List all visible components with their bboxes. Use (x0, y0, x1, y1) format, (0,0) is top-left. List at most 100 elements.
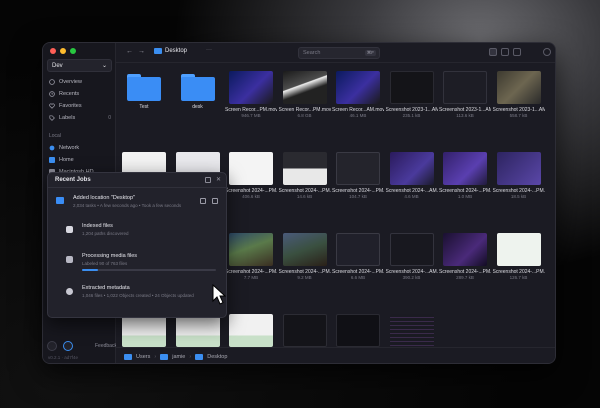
folder-icon (66, 226, 73, 233)
sidebar-item-label: Home (59, 156, 74, 163)
job-group-subtitle: 2,034 tasks • A few seconds ago • Took a… (73, 203, 182, 208)
file-thumbnail (496, 233, 541, 266)
folder-icon (127, 74, 161, 101)
file-size: 235.1 kB (402, 113, 421, 118)
file-tile[interactable]: Screenshot 2024-...PM.png104.7 kB (332, 152, 384, 199)
forward-arrow-icon[interactable]: → (138, 48, 145, 55)
file-tile[interactable]: Screenshot 2024-...PM.png289.7 kB (439, 233, 491, 280)
path-segment[interactable]: jamie (172, 354, 185, 360)
grid-view-icon[interactable] (489, 48, 497, 56)
file-tile[interactable]: Screenshot 2024-...AM.png4.6 MB (386, 152, 438, 199)
sidebar-item-favorites[interactable]: Favorites (49, 100, 82, 111)
back-arrow-icon[interactable]: ← (126, 48, 133, 55)
file-size: 946.7 MB (241, 113, 261, 118)
sidebar-item-labels[interactable]: Labels 0 (49, 112, 111, 123)
file-tile[interactable]: Screenshot 2024-...PM.png406.6 kB (225, 152, 277, 199)
folder-icon (180, 74, 215, 101)
folder-tile[interactable]: desk (172, 71, 224, 110)
job-item: Indexed files 1,204 paths discovered (62, 221, 222, 247)
file-size: 104.7 kB (349, 194, 367, 199)
file-tile[interactable]: Screenshot 2024-...PM.png14.6 kB (279, 152, 331, 199)
folder-icon (195, 353, 204, 360)
sidebar-item-home[interactable]: Home (49, 154, 74, 165)
file-tile[interactable] (279, 314, 331, 347)
stop-icon[interactable] (212, 198, 218, 204)
zoom-window-button[interactable] (70, 48, 76, 54)
list-view-icon[interactable] (501, 48, 509, 56)
file-tile[interactable] (386, 314, 438, 347)
file-tile[interactable]: Screenshot 2024-...PM.png6.6 MB (332, 233, 384, 280)
media-view-icon[interactable] (513, 48, 521, 56)
file-tile[interactable] (118, 314, 170, 347)
minimize-window-button[interactable] (60, 48, 66, 54)
globe-icon (49, 145, 55, 150)
sidebar-item-network[interactable]: Network (49, 142, 79, 153)
file-tile[interactable]: Screenshot 2024-...PM.png126.7 kB (493, 233, 545, 280)
file-thumbnail (229, 71, 273, 104)
file-size: 558.7 kB (509, 113, 528, 118)
job-subtitle: Labeled 90 of 763 files (82, 261, 128, 266)
sidebar-section-local: Local (49, 133, 61, 139)
file-thumbnail (336, 71, 380, 104)
file-thumbnail (336, 314, 380, 347)
sidebar-item-overview[interactable]: Overview (49, 76, 82, 87)
tag-icon (49, 114, 55, 121)
file-tile[interactable]: Screenshot 2023-1...AM.png558.7 kB (493, 71, 545, 118)
job-title: Indexed files (82, 223, 113, 229)
inspector-icon[interactable] (543, 48, 551, 56)
location-title: Desktop (154, 48, 187, 54)
settings-button[interactable] (47, 341, 57, 351)
explorer-toolbar: ← → Desktop ··· Search ⌘F (116, 43, 555, 63)
library-select[interactable]: Dev ⌄ (47, 59, 112, 72)
sidebar-item-label: Network (59, 144, 80, 151)
file-tile[interactable]: Screenshot 2024-...PM.png18.5 kB (493, 152, 545, 199)
pause-icon[interactable] (200, 198, 206, 204)
library-select-value: Dev (52, 62, 63, 69)
filter-icon[interactable] (531, 48, 539, 56)
jobs-button[interactable] (63, 341, 73, 351)
file-tile[interactable]: Screenshot 2024-...PM.png9.2 MB (279, 233, 331, 280)
file-size: 126.7 kB (509, 275, 528, 280)
job-title: Extracted metadata (82, 285, 130, 291)
file-thumbnail (336, 233, 380, 266)
chevron-down-icon: ⌄ (101, 63, 107, 69)
sidebar-item-label: Favorites (59, 102, 82, 109)
sidebar-item-recents[interactable]: Recents (49, 88, 79, 99)
feedback-button[interactable]: Feedback (95, 343, 117, 349)
file-tile[interactable] (172, 314, 224, 347)
file-tile[interactable]: Screen Recor...PM.mov 6.8 GB (279, 71, 331, 118)
search-input[interactable]: Search ⌘F (298, 47, 380, 59)
path-segment[interactable]: Desktop (207, 354, 227, 360)
close-icon[interactable]: ✕ (216, 177, 222, 183)
file-tile[interactable]: Screenshot 2023-1...AM.png113.6 kB (439, 71, 491, 118)
file-tile[interactable]: Screenshot 2023-1...AM.png235.1 kB (386, 71, 438, 118)
sidebar-item-label: Recents (59, 90, 80, 97)
file-tile[interactable] (332, 314, 384, 347)
job-group[interactable]: Added location "Desktop" 2,034 tasks • A… (53, 193, 223, 215)
file-thumbnail (229, 152, 273, 185)
close-window-button[interactable] (50, 48, 56, 54)
file-tile[interactable]: Screen Recor...AM.mov 46.1 MB (332, 71, 384, 118)
file-tile[interactable]: Screenshot 2024-...PM.png1.0 MB (439, 152, 491, 199)
file-size: 46.1 MB (349, 113, 367, 118)
file-size: 113.6 kB (456, 113, 474, 118)
file-thumbnail (122, 314, 166, 347)
path-segment[interactable]: Users (136, 354, 150, 360)
file-size: 390.2 kB (402, 275, 421, 280)
job-subtitle: 1,204 paths discovered (82, 231, 129, 236)
job-progress-fill (82, 269, 98, 271)
file-thumbnail (389, 314, 434, 347)
file-tile[interactable]: Screenshot 2024-...AM.png390.2 kB (386, 233, 438, 280)
file-name: desk (192, 104, 203, 110)
file-size: 1.0 MB (457, 194, 473, 199)
file-tile[interactable]: Screenshot 2024-...PM.png7.7 MB (225, 233, 277, 280)
job-item: Processing media files Labeled 90 of 763… (62, 251, 222, 277)
file-tile[interactable]: Screen Recor...PM.mov 946.7 MB (225, 71, 277, 118)
more-options-icon[interactable]: ··· (206, 47, 212, 53)
trash-icon[interactable] (205, 177, 211, 183)
folder-tile[interactable]: Test (118, 71, 170, 110)
file-thumbnail (282, 314, 327, 347)
version-label: v0.2.1 · ad7f4e (48, 355, 79, 360)
file-thumbnail (443, 233, 487, 266)
file-tile[interactable] (225, 314, 277, 347)
